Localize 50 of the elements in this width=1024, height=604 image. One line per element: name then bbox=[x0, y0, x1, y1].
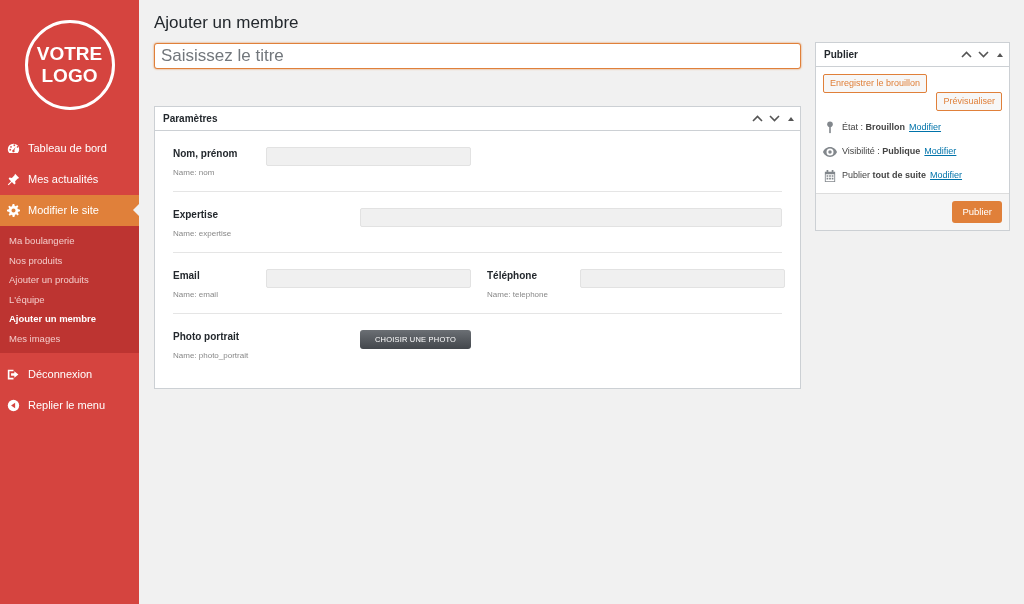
submenu-item[interactable]: Nos produits bbox=[0, 250, 139, 270]
logo-text: LOGO bbox=[41, 65, 98, 87]
text-input[interactable] bbox=[580, 269, 785, 288]
text-input[interactable] bbox=[360, 208, 782, 227]
status-text: État : Brouillon bbox=[842, 120, 905, 134]
toggle-triangle-icon[interactable] bbox=[788, 116, 794, 121]
modify-link[interactable]: Modifier bbox=[930, 168, 963, 183]
field-name-hint: Name: expertise bbox=[173, 229, 233, 239]
publish-button[interactable]: Publier bbox=[952, 201, 1002, 223]
chevron-down-icon[interactable] bbox=[978, 51, 989, 58]
preview-button[interactable]: Prévisualiser bbox=[936, 92, 1002, 111]
submenu-item[interactable]: Ajouter un produits bbox=[0, 270, 139, 290]
logo-text: VOTRE bbox=[36, 43, 103, 65]
field-name-hint: Name: nom bbox=[173, 168, 216, 178]
status-text: Visibilité : Publique bbox=[842, 144, 921, 158]
save-draft-button[interactable]: Enregistrer le brouillon bbox=[823, 74, 928, 93]
modify-link[interactable]: Modifier bbox=[909, 120, 942, 135]
field-name-hint: Name: email bbox=[173, 290, 219, 300]
submenu-item[interactable]: Mes images bbox=[0, 328, 139, 348]
page-title: Ajouter un membre bbox=[154, 12, 300, 34]
current-pointer-icon bbox=[133, 204, 139, 216]
field-label: Photo portrait bbox=[173, 330, 241, 343]
field-label: Email bbox=[173, 269, 201, 282]
logout-icon bbox=[7, 368, 20, 381]
submenu-item[interactable]: L'équipe bbox=[0, 289, 139, 309]
modify-link[interactable]: Modifier bbox=[924, 144, 957, 159]
sidebar-item[interactable]: Modifier le site bbox=[0, 195, 139, 226]
calendar-icon bbox=[823, 169, 837, 182]
field-name-hint: Name: photo_portrait bbox=[173, 351, 250, 361]
submenu-item[interactable]: Ma boulangerie bbox=[0, 231, 139, 251]
field-label: Téléphone bbox=[487, 269, 538, 282]
field-label: Expertise bbox=[173, 208, 220, 221]
gauge-icon bbox=[7, 142, 20, 155]
collapse-icon bbox=[7, 399, 20, 412]
field-label: Nom, prénom bbox=[173, 147, 239, 160]
gear-icon bbox=[7, 204, 20, 217]
status-text: Publier tout de suite bbox=[842, 168, 926, 182]
chevron-up-icon[interactable] bbox=[752, 115, 763, 122]
chevron-down-icon[interactable] bbox=[769, 115, 780, 122]
title-field[interactable]: Saisissez le titre bbox=[154, 43, 801, 69]
toggle-triangle-icon[interactable] bbox=[997, 52, 1003, 57]
panel-title: Paramètres bbox=[163, 112, 219, 126]
submenu-item[interactable]: Ajouter un membre bbox=[0, 309, 139, 329]
chevron-up-icon[interactable] bbox=[961, 51, 972, 58]
pin-icon bbox=[7, 173, 20, 186]
field-name-hint: Name: telephone bbox=[487, 290, 549, 300]
text-input[interactable] bbox=[266, 147, 471, 166]
panel-title: Publier bbox=[824, 48, 859, 62]
text-input[interactable] bbox=[266, 269, 471, 288]
eye-icon bbox=[823, 146, 837, 157]
